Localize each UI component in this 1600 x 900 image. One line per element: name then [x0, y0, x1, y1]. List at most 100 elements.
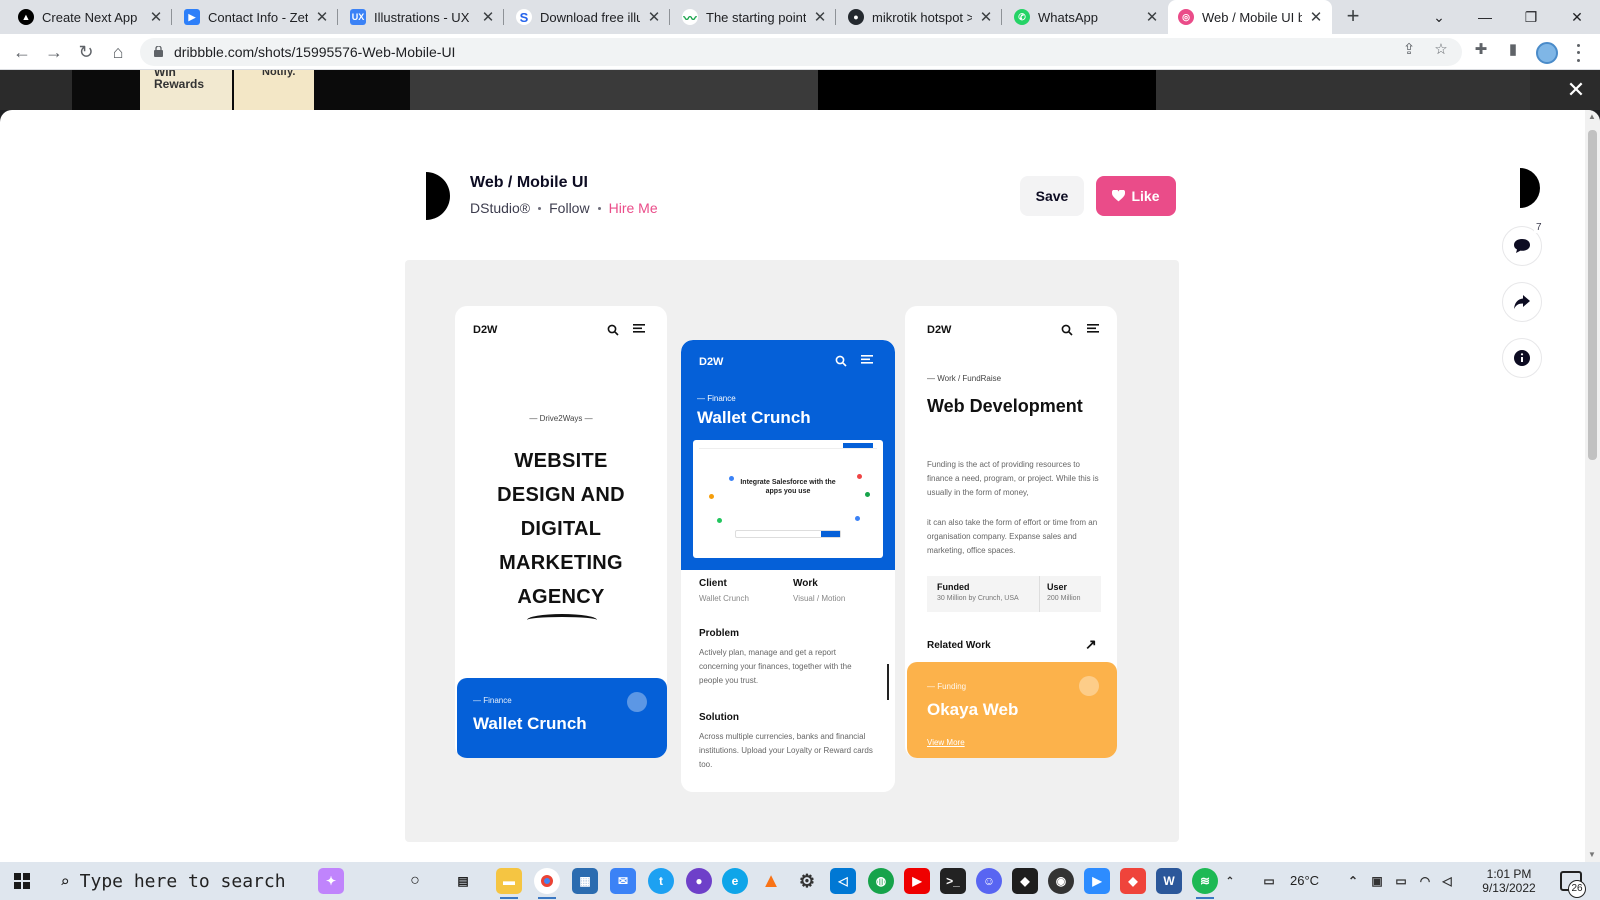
- back-arrow-icon[interactable]: ←: [8, 38, 36, 66]
- windows-start-icon[interactable]: [14, 873, 30, 889]
- preview-headline: Integrate Salesforce with the apps you u…: [740, 479, 836, 495]
- battery-icon[interactable]: ▭: [1394, 868, 1408, 894]
- tab-title: Create Next App: [42, 9, 138, 25]
- close-icon[interactable]: ✕: [646, 8, 662, 26]
- eyebrow-text: — Work / FundRaise: [927, 374, 1002, 383]
- media-player-icon[interactable]: ◉: [1048, 868, 1074, 894]
- window-close-icon[interactable]: ✕: [1554, 0, 1600, 34]
- terminal-icon[interactable]: >_: [940, 868, 966, 894]
- tab-zety[interactable]: ▶ Contact Info - Zety ✕: [174, 0, 338, 34]
- store-icon[interactable]: ▦: [572, 868, 598, 894]
- author-name-link[interactable]: DStudio®: [470, 200, 530, 216]
- tab-illustrations[interactable]: UX Illustrations - UX L ✕: [340, 0, 504, 34]
- address-bar[interactable]: dribbble.com/shots/15995576-Web-Mobile-U…: [140, 38, 1462, 66]
- close-icon[interactable]: ✕: [314, 8, 330, 26]
- page-backdrop: Win Rewards Notify.: [0, 70, 1600, 110]
- tab-title: Illustrations - UX L: [374, 9, 474, 25]
- youtube-icon[interactable]: ▶: [904, 868, 930, 894]
- weather-temp[interactable]: 26°C: [1290, 873, 1319, 888]
- chrome-icon[interactable]: [534, 868, 560, 899]
- decorative-arc: [527, 614, 597, 626]
- volume-icon[interactable]: ◁: [1440, 868, 1454, 894]
- browser-menu-icon[interactable]: [1570, 42, 1586, 64]
- headline: WEBSITE DESIGN AND DIGITAL MARKETING AGE…: [497, 450, 625, 608]
- tab-whatsapp[interactable]: ✆ WhatsApp ✕: [1004, 0, 1168, 34]
- project-title: Wallet Crunch: [697, 408, 811, 427]
- arrow-up-right-icon: ↗: [1085, 636, 1097, 652]
- details-button[interactable]: [1502, 338, 1542, 378]
- twitter-icon[interactable]: t: [648, 868, 674, 894]
- file-explorer-icon[interactable]: ▬: [496, 868, 522, 899]
- zety-icon: ▶: [184, 9, 200, 25]
- settings-gear-icon[interactable]: ⚙: [794, 868, 820, 894]
- zoom-icon[interactable]: ▶: [1084, 868, 1110, 894]
- widgets-icon[interactable]: ✦: [318, 868, 344, 894]
- home-icon[interactable]: ⌂: [104, 38, 132, 66]
- anydesk-icon[interactable]: ◆: [1120, 868, 1146, 894]
- new-tab-button[interactable]: +: [1340, 4, 1366, 30]
- word-icon[interactable]: W: [1156, 868, 1182, 894]
- vscode-icon[interactable]: ◁: [830, 868, 856, 894]
- side-panel-icon[interactable]: ▮: [1504, 40, 1522, 58]
- tab-search-chevron-icon[interactable]: ⌄: [1416, 0, 1462, 34]
- tab-create-next-app[interactable]: ▲ Create Next App ✕: [8, 0, 172, 34]
- task-view-icon[interactable]: ▤: [450, 868, 476, 894]
- meet-now-icon[interactable]: ▣: [1370, 868, 1384, 894]
- spotify-icon[interactable]: ≋: [1192, 868, 1218, 899]
- close-icon[interactable]: ✕: [480, 8, 496, 26]
- hire-me-link[interactable]: Hire Me: [609, 200, 658, 216]
- windows-taskbar: ⌕ Type here to search ✦ ○ ▤ ▬ ▦ ✉ t ● e …: [0, 862, 1600, 900]
- follow-link[interactable]: Follow: [549, 200, 589, 216]
- scroll-down-icon[interactable]: ▼: [1588, 850, 1596, 859]
- close-icon[interactable]: ✕: [1308, 8, 1324, 26]
- close-icon[interactable]: ✕: [148, 8, 164, 26]
- tab-mikrotik[interactable]: ● mikrotik hotspot > ✕: [838, 0, 1002, 34]
- tab-starting-point[interactable]: 〰 The starting point f ✕: [672, 0, 836, 34]
- forward-arrow-icon[interactable]: →: [40, 38, 68, 66]
- restore-icon[interactable]: ❐: [1508, 0, 1554, 34]
- save-button[interactable]: Save: [1020, 176, 1084, 216]
- tab-title: The starting point f: [706, 9, 806, 25]
- mail-icon[interactable]: ✉: [610, 868, 636, 894]
- close-icon[interactable]: ✕: [978, 8, 994, 26]
- wifi-icon[interactable]: ◠: [1418, 868, 1432, 894]
- cortana-icon[interactable]: ○: [402, 868, 428, 894]
- reload-icon[interactable]: ↻: [72, 38, 100, 66]
- share-button[interactable]: [1502, 282, 1542, 322]
- mockup-screen-wallet-crunch: D2W — Finance Wallet Crunch Integrate Sa…: [681, 340, 895, 792]
- hidden-icons-chevron-icon[interactable]: ⌃: [1346, 868, 1360, 894]
- briefcase-icon: [627, 692, 647, 712]
- weather-icon[interactable]: ▭: [1256, 868, 1282, 894]
- lock-icon: [154, 46, 163, 57]
- url-text: dribbble.com/shots/15995576-Web-Mobile-U…: [174, 44, 456, 60]
- website-preview: Integrate Salesforce with the apps you u…: [693, 440, 883, 558]
- earth-icon[interactable]: ◍: [868, 868, 894, 894]
- taskbar-search-box[interactable]: ⌕ Type here to search: [48, 862, 304, 900]
- tab-dribbble[interactable]: ◎ Web / Mobile UI b ✕: [1168, 0, 1332, 34]
- backdrop-text-2: Notify.: [262, 70, 296, 78]
- modal-close-icon[interactable]: ✕: [1566, 79, 1586, 101]
- system-clock[interactable]: 1:01 PM 9/13/2022: [1466, 867, 1552, 895]
- scroll-thumb[interactable]: [1588, 130, 1597, 460]
- like-button[interactable]: Like: [1096, 176, 1176, 216]
- close-icon[interactable]: ✕: [812, 8, 828, 26]
- extensions-icon[interactable]: ✚: [1472, 40, 1490, 58]
- profile-avatar[interactable]: [1536, 42, 1558, 64]
- eyebrow-text: — Finance: [697, 394, 736, 403]
- modal-scrollbar[interactable]: ▲ ▼: [1585, 110, 1600, 862]
- close-icon[interactable]: ✕: [1144, 8, 1160, 26]
- tab-download-free[interactable]: S Download free illus ✕: [506, 0, 670, 34]
- edge-icon[interactable]: e: [722, 868, 748, 894]
- scroll-up-icon[interactable]: ▲: [1588, 112, 1596, 121]
- rail-author-avatar[interactable]: [1502, 168, 1542, 208]
- minimize-icon[interactable]: —: [1462, 0, 1508, 34]
- author-avatar[interactable]: [426, 172, 474, 220]
- github-desktop-icon[interactable]: ●: [686, 868, 712, 894]
- bookmark-star-icon[interactable]: ☆: [1432, 40, 1450, 58]
- nextjs-icon: ▲: [18, 9, 34, 25]
- vlc-icon[interactable]: ▲: [758, 868, 784, 894]
- figma-icon[interactable]: ◆: [1012, 868, 1038, 894]
- share-icon[interactable]: ⇪: [1400, 40, 1418, 58]
- discord-icon[interactable]: ☺: [976, 868, 1002, 894]
- tray-chevron-icon[interactable]: ⌃: [1224, 868, 1236, 894]
